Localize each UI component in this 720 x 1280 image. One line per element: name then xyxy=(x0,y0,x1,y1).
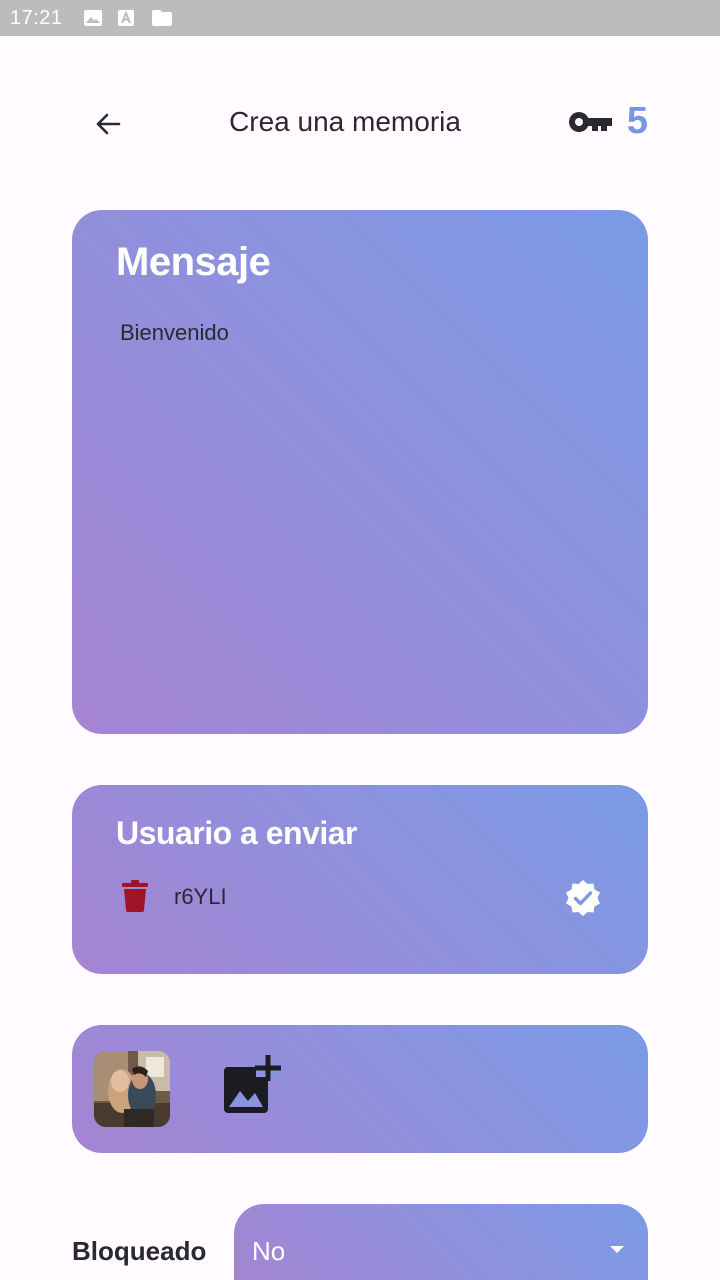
list-item: r6YLI xyxy=(122,877,602,917)
add-photo-button[interactable] xyxy=(222,1055,284,1117)
message-card: Mensaje Bienvenido xyxy=(72,210,648,734)
user-card-title: Usuario a enviar xyxy=(116,815,358,851)
message-input[interactable]: Bienvenido xyxy=(120,320,600,346)
verified-icon xyxy=(564,879,602,917)
delete-user-button[interactable] xyxy=(122,880,152,914)
user-card: Usuario a enviar r6YLI xyxy=(72,785,648,974)
locked-select-value: No xyxy=(252,1236,286,1266)
trash-icon xyxy=(122,880,148,912)
keys-counter: 5 xyxy=(567,100,648,143)
chevron-down-icon xyxy=(610,1246,624,1253)
images-card xyxy=(72,1025,648,1153)
photo-thumbnail[interactable] xyxy=(94,1051,170,1127)
status-time: 17:21 xyxy=(10,6,63,29)
locked-label: Bloqueado xyxy=(72,1236,207,1266)
font-icon xyxy=(117,9,139,27)
sd-card-icon xyxy=(151,9,173,27)
key-icon xyxy=(568,111,612,132)
status-bar: 17:21 xyxy=(0,0,720,36)
user-name: r6YLI xyxy=(174,884,227,909)
image-icon xyxy=(83,9,105,27)
key-count: 5 xyxy=(626,100,648,142)
app-bar: Crea una memoria 5 xyxy=(0,84,720,164)
message-card-title: Mensaje xyxy=(116,240,271,284)
add-photo-icon xyxy=(224,1055,281,1113)
locked-select[interactable]: No xyxy=(234,1204,648,1280)
